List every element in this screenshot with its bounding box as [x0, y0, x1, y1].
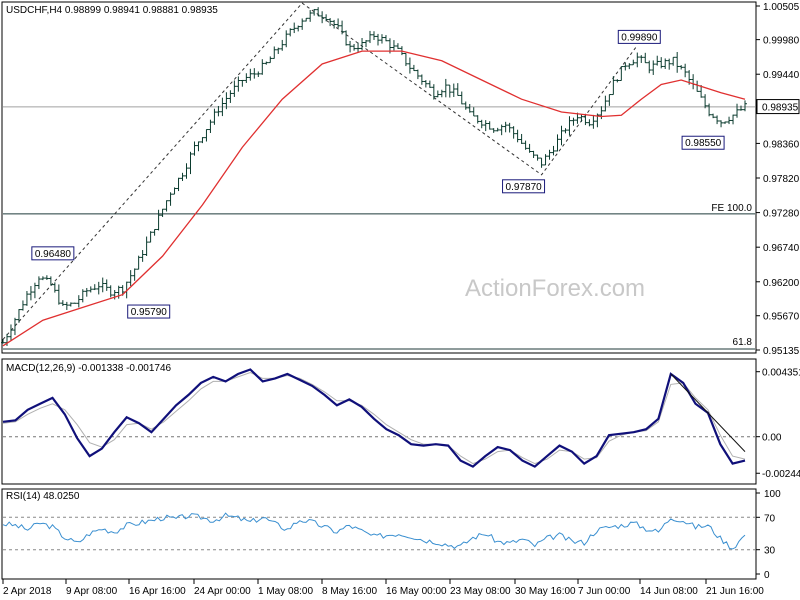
- price-tick-label: 0.96200: [763, 278, 800, 289]
- price-annotation-label: 0.95790: [131, 307, 168, 318]
- macd-panel-header: MACD(12,26,9) -0.001338 -0.001746: [6, 363, 172, 374]
- macd-axis: 0.004351 0.00 -0.002448: [756, 368, 800, 480]
- macd-panel-frame: [1, 358, 757, 485]
- price-tick-label: 0.98360: [763, 139, 800, 150]
- price-tick-label: 0.99980: [763, 36, 800, 47]
- time-tick-label: 21 Jun 16:00: [706, 586, 764, 597]
- price-tick-label: 1.00505: [763, 2, 800, 13]
- time-tick-label: 14 Jun 08:00: [640, 586, 698, 597]
- price-tick-label: 0.95670: [763, 312, 800, 323]
- time-tick-label: 9 Apr 08:00: [66, 586, 118, 597]
- macd-main-line: [2, 368, 746, 468]
- price-horizontal-lines: FE 100.0 61.8: [3, 106, 755, 350]
- macd-tick-label: 0.00: [762, 433, 782, 444]
- price-panel-header: USDCHF,H4 0.98899 0.98941 0.98881 0.9893…: [6, 5, 218, 16]
- time-tick-label: 30 May 16:00: [515, 586, 576, 597]
- chart-canvas: ActionForex.com FE 100.061.8 1.005600.99…: [1, 1, 800, 597]
- macd-tick-label: -0.002448: [762, 469, 800, 480]
- price-annotation-label: 0.98550: [685, 138, 722, 149]
- current-price-label: 0.98935: [762, 103, 799, 114]
- price-annotation-label: 0.97870: [506, 182, 543, 193]
- time-tick-label: 2 Apr 2018: [3, 586, 52, 597]
- rsi-tick-label: 0: [764, 570, 770, 581]
- price-annotation-label: 0.99890: [621, 32, 658, 43]
- price-annotation-label: 0.96480: [35, 249, 72, 260]
- watermark: ActionForex.com: [465, 275, 645, 302]
- fib-label: 61.8: [733, 337, 753, 348]
- price-tick-label: 0.99440: [763, 70, 800, 81]
- price-tick-label: 0.95135: [763, 346, 800, 357]
- rsi-tick-label: 100: [764, 489, 781, 500]
- price-axis: 1.005050.999800.994400.989200.983600.978…: [756, 2, 800, 357]
- time-tick-label: 7 Jun 00:00: [578, 586, 631, 597]
- rsi-tick-label: 30: [764, 546, 776, 557]
- macd-trendline: [670, 373, 746, 452]
- rsi-tick-label: 70: [764, 513, 776, 524]
- price-tick-label: 0.97280: [763, 209, 800, 220]
- time-tick-label: 23 May 08:00: [450, 586, 511, 597]
- time-tick-label: 16 Apr 16:00: [129, 586, 186, 597]
- rsi-line: [2, 512, 746, 550]
- rsi-levels: [3, 516, 755, 551]
- macd-tick-label: 0.004351: [762, 368, 800, 379]
- macd-series: [2, 368, 746, 468]
- rsi-axis: 100 70 30 0: [756, 489, 781, 581]
- rsi-series: [2, 512, 746, 550]
- price-annotations: 1.005600.998900.985500.978700.964800.957…: [31, 29, 725, 319]
- time-tick-label: 16 May 00:00: [386, 586, 447, 597]
- time-tick-label: 24 Apr 00:00: [194, 586, 251, 597]
- time-tick-label: 8 May 16:00: [322, 586, 377, 597]
- rsi-panel-header: RSI(14) 48.0250: [6, 491, 80, 502]
- price-tick-label: 0.96740: [763, 243, 800, 254]
- time-axis: 2 Apr 2018 9 Apr 08:00 16 Apr 16:00 24 Apr …: [2, 579, 764, 597]
- time-tick-label: 1 May 08:00: [258, 586, 313, 597]
- fe-label: FE 100.0: [711, 203, 752, 214]
- price-tick-label: 0.97820: [763, 174, 800, 185]
